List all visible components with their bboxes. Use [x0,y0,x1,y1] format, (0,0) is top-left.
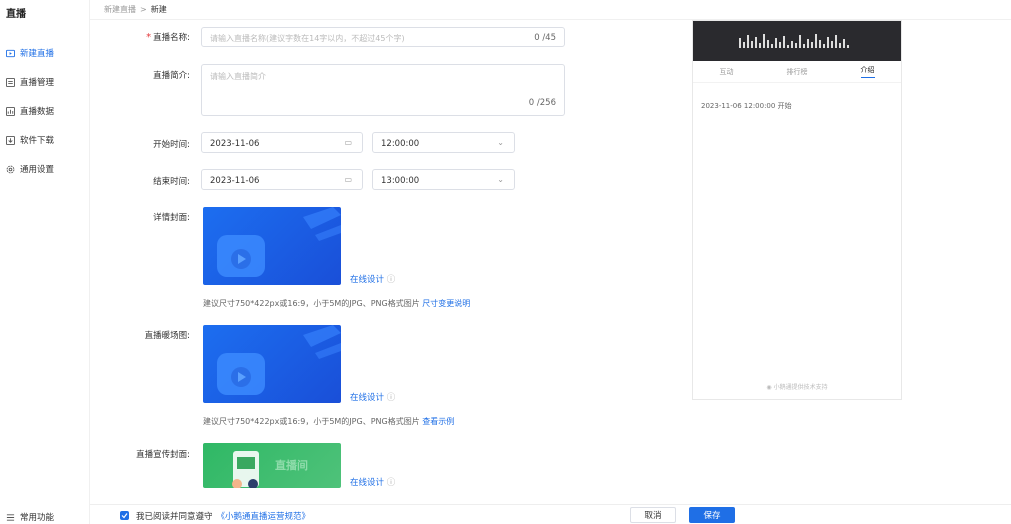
name-input[interactable]: 请输入直播名称(建议字数在14字以内，不超过45个字) 0 /45 [201,27,565,47]
start-time-select[interactable]: 12:00:00 ⌄ [372,132,515,153]
breadcrumb: 新建直播 > 新建 [90,0,1011,20]
end-date-picker[interactable]: 2023-11-06 ▭ [201,169,363,190]
info-icon: ⓘ [386,478,396,488]
end-time-select[interactable]: 13:00:00 ⌄ [372,169,515,190]
sidebar-item-label: 软件下载 [20,136,55,146]
logo-icon: ◉ [766,384,772,391]
detail-cover-label: 详情封面: [153,213,190,223]
warmup-hint: 建议尺寸750*422px或16:9，小于5M的JPG、PNG格式图片 查看示例 [203,417,455,426]
gear-icon [6,165,15,174]
breadcrumb-current: 新建 [150,5,167,14]
start-time-value: 12:00:00 [381,139,420,149]
breadcrumb-separator: > [140,5,147,14]
sidebar-item-label: 通用设置 [20,165,55,175]
intro-textarea[interactable]: 请输入直播简介 0 /256 [201,64,565,116]
sidebar-item-live-data[interactable]: 直播数据 [6,104,54,118]
detail-cover-hint: 建议尺寸750*422px或16:9，小于5M的JPG、PNG格式图片 尺寸变更… [203,299,471,308]
end-date-value: 2023-11-06 [210,176,260,186]
size-change-link[interactable]: 尺寸变更说明 [422,299,470,308]
preview-start-time: 2023-11-06 12:00:00 开始 [701,102,792,110]
play-illustration-icon [217,325,341,395]
menu-icon [6,513,15,522]
intro-counter: 0 /256 [528,98,556,108]
sidebar-item-download[interactable]: 软件下载 [6,133,54,147]
bottom-action-bar: 我已阅读并同意遵守 《小鹅通直播运营规范》 取消 保存 [90,504,1011,524]
start-date-value: 2023-11-06 [210,139,260,149]
info-icon: ⓘ [386,275,396,285]
end-time-value: 13:00:00 [381,176,420,186]
breadcrumb-parent[interactable]: 新建直播 [104,4,136,15]
promo-design-link[interactable]: 在线设计 ⓘ [350,476,395,488]
calendar-icon: ▭ [344,175,352,184]
chevron-down-icon: ⌄ [497,175,504,184]
sound-wave-icon [739,34,849,48]
promo-cover-label: 直播宣传封面: [136,450,190,460]
view-example-link[interactable]: 查看示例 [422,417,454,426]
preview-footer: ◉ 小鹅通提供技术支持 [766,384,828,391]
download-icon [6,135,15,145]
preview-tabs: 互动 排行榜 介绍 [693,61,901,83]
agree-text: 我已阅读并同意遵守 《小鹅通直播运营规范》 [136,512,311,522]
sidebar-item-label: 新建直播 [20,49,55,59]
save-button[interactable]: 保存 [689,507,735,523]
name-counter: 0 /45 [534,33,556,43]
start-date-picker[interactable]: 2023-11-06 ▭ [201,132,363,153]
sidebar-item-label: 直播数据 [20,107,55,117]
cancel-button[interactable]: 取消 [630,507,676,523]
intro-placeholder: 请输入直播简介 [210,72,266,81]
rules-link[interactable]: 《小鹅通直播运营规范》 [217,512,311,522]
intro-label: 直播简介: [153,71,190,81]
play-illustration-icon [217,207,341,277]
warmup-image[interactable] [203,325,341,403]
sidebar-common-functions[interactable]: 常用功能 [6,510,54,524]
sidebar-item-live-manage[interactable]: 直播管理 [6,75,54,89]
chart-icon [6,106,15,116]
preview-tab-intro[interactable]: 介绍 [860,65,875,78]
mobile-preview: 互动 排行榜 介绍 2023-11-06 12:00:00 开始 ◉ 小鹅通提供… [692,20,902,400]
agree-checkbox[interactable] [120,511,129,520]
end-label: 结束时间: [153,177,190,187]
sidebar-item-settings[interactable]: 通用设置 [6,162,54,176]
info-icon: ⓘ [386,393,396,403]
start-label: 开始时间: [153,140,190,150]
name-label: * 直播名称: [146,32,190,43]
preview-tab-interact[interactable]: 互动 [720,67,734,77]
chevron-down-icon: ⌄ [497,138,504,147]
list-icon [6,77,15,87]
phone-illustration-icon [232,451,259,488]
calendar-icon: ▭ [344,138,352,147]
detail-cover-design-link[interactable]: 在线设计 ⓘ [350,273,395,285]
promo-cover-text: 直播间 [275,459,308,472]
required-mark: * [146,32,152,43]
check-icon [121,513,128,519]
sidebar-item-label: 常用功能 [20,513,55,523]
name-placeholder: 请输入直播名称(建议字数在14字以内，不超过45个字) [210,34,405,43]
audio-wave-banner [693,21,901,61]
video-icon [6,49,15,58]
warmup-label: 直播暖场图: [144,331,190,341]
sidebar: 直播 新建直播 直播管理 直播数据 软件下载 通用设置 常用功能 [0,0,90,524]
sidebar-item-new-live[interactable]: 新建直播 [6,46,54,60]
warmup-design-link[interactable]: 在线设计 ⓘ [350,391,395,403]
sidebar-item-label: 直播管理 [20,78,55,88]
promo-cover-image[interactable]: 直播间 [203,443,341,488]
preview-tab-ranking[interactable]: 排行榜 [787,67,808,77]
detail-cover-image[interactable] [203,207,341,285]
app-title: 直播 [6,9,26,20]
